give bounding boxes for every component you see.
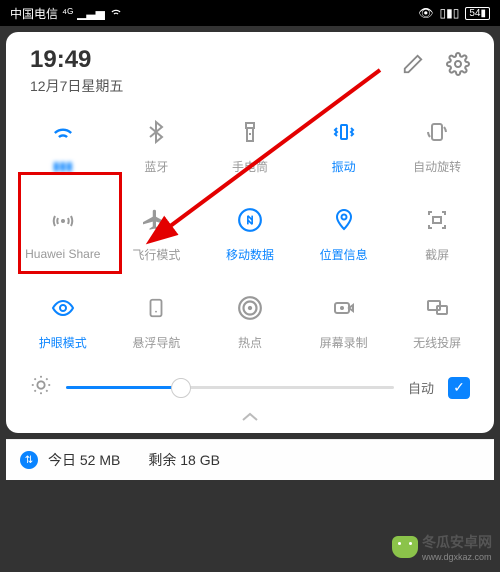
- screen-record-label: 屏幕录制: [320, 334, 368, 351]
- data-today: 今日 52 MB: [48, 450, 120, 470]
- eye-comfort-toggle[interactable]: 护眼模式: [16, 278, 110, 366]
- wifi-status-icon: [109, 5, 123, 22]
- autorotate-toggle[interactable]: 自动旋转: [390, 102, 484, 190]
- vibrate-status-icon: ▯▮▯: [440, 6, 460, 20]
- floating-nav-label: 悬浮导航: [132, 334, 180, 351]
- wireless-projection-label: 无线投屏: [413, 334, 461, 351]
- screenshot-label: 截屏: [425, 246, 449, 263]
- status-left: 中国电信 ⁴ᴳ ▁▃▅: [10, 5, 123, 22]
- screen-record-toggle[interactable]: 屏幕录制: [297, 278, 391, 366]
- toggle-grid: ▮▮▮ 蓝牙 手电筒 振动 自动旋转: [16, 102, 484, 366]
- location-toggle[interactable]: 位置信息: [297, 190, 391, 278]
- hotspot-toggle[interactable]: 热点: [203, 278, 297, 366]
- date: 12月7日星期五: [30, 76, 402, 96]
- status-bar: 中国电信 ⁴ᴳ ▁▃▅ 👁 ▯▮▯ 54▮: [0, 0, 500, 26]
- brightness-thumb[interactable]: [171, 378, 191, 398]
- location-label: 位置信息: [320, 246, 368, 263]
- mobile-data-icon: [236, 206, 264, 234]
- flashlight-icon: [236, 118, 264, 146]
- settings-gear-icon[interactable]: [446, 52, 470, 81]
- mobile-data-label: 移动数据: [226, 246, 274, 263]
- floating-nav-icon: [142, 294, 170, 322]
- brightness-row: 自动 ✓: [16, 366, 484, 407]
- carrier-label: 中国电信: [10, 5, 58, 22]
- bluetooth-toggle[interactable]: 蓝牙: [110, 102, 204, 190]
- auto-brightness-checkbox[interactable]: ✓: [448, 377, 470, 399]
- data-remaining: 剩余 18 GB: [148, 450, 220, 470]
- eye-status-icon: 👁: [418, 6, 433, 20]
- brightness-slider[interactable]: [66, 386, 394, 389]
- cast-icon: [423, 294, 451, 322]
- brightness-icon: [30, 374, 52, 401]
- flashlight-toggle[interactable]: 手电筒: [203, 102, 297, 190]
- eye-icon: [49, 294, 77, 322]
- data-usage-bar[interactable]: ⇅ 今日 52 MB 剩余 18 GB: [6, 439, 494, 480]
- vibrate-icon: [330, 118, 358, 146]
- autorotate-icon: [423, 118, 451, 146]
- expand-chevron-icon[interactable]: [16, 407, 484, 427]
- signal-icon: ▁▃▅: [77, 6, 105, 20]
- hotspot-label: 热点: [238, 334, 262, 351]
- watermark: 冬瓜安卓网 www.dgxkaz.com: [392, 532, 492, 562]
- wireless-projection-toggle[interactable]: 无线投屏: [390, 278, 484, 366]
- screen-record-icon: [330, 294, 358, 322]
- time-block[interactable]: 19:49 12月7日星期五: [30, 46, 402, 96]
- edit-icon[interactable]: [402, 53, 424, 80]
- auto-brightness-label: 自动: [408, 378, 434, 397]
- status-right: 👁 ▯▮▯ 54▮: [418, 6, 490, 20]
- huawei-share-toggle[interactable]: Huawei Share: [16, 190, 110, 278]
- huawei-share-icon: [49, 207, 77, 235]
- screenshot-toggle[interactable]: 截屏: [390, 190, 484, 278]
- hotspot-icon: [236, 294, 264, 322]
- autorotate-label: 自动旋转: [413, 158, 461, 175]
- watermark-url: www.dgxkaz.com: [422, 552, 492, 562]
- mobile-data-dot-icon: ⇅: [20, 451, 38, 469]
- screenshot-icon: [423, 206, 451, 234]
- huawei-share-label: Huawei Share: [25, 247, 100, 261]
- panel-header: 19:49 12月7日星期五: [16, 46, 484, 102]
- flashlight-label: 手电筒: [232, 158, 268, 175]
- watermark-text: 冬瓜安卓网: [422, 532, 492, 552]
- battery-indicator: 54▮: [465, 7, 490, 20]
- wifi-toggle[interactable]: ▮▮▮: [16, 102, 110, 190]
- wifi-icon: [49, 119, 77, 147]
- eye-comfort-label: 护眼模式: [39, 334, 87, 351]
- airplane-label: 飞行模式: [132, 246, 180, 263]
- mobile-data-toggle[interactable]: 移动数据: [203, 190, 297, 278]
- quick-settings-panel: 19:49 12月7日星期五 ▮▮▮ 蓝牙: [6, 32, 494, 433]
- location-icon: [330, 206, 358, 234]
- wifi-label: ▮▮▮: [53, 159, 73, 173]
- clock: 19:49: [30, 46, 402, 74]
- network-indicator: ⁴ᴳ: [62, 6, 73, 20]
- airplane-icon: [142, 206, 170, 234]
- bluetooth-label: 蓝牙: [144, 158, 168, 175]
- airplane-toggle[interactable]: 飞行模式: [110, 190, 204, 278]
- floating-nav-toggle[interactable]: 悬浮导航: [110, 278, 204, 366]
- bluetooth-icon: [142, 118, 170, 146]
- android-robot-icon: [392, 536, 418, 558]
- vibrate-label: 振动: [332, 158, 356, 175]
- vibrate-toggle[interactable]: 振动: [297, 102, 391, 190]
